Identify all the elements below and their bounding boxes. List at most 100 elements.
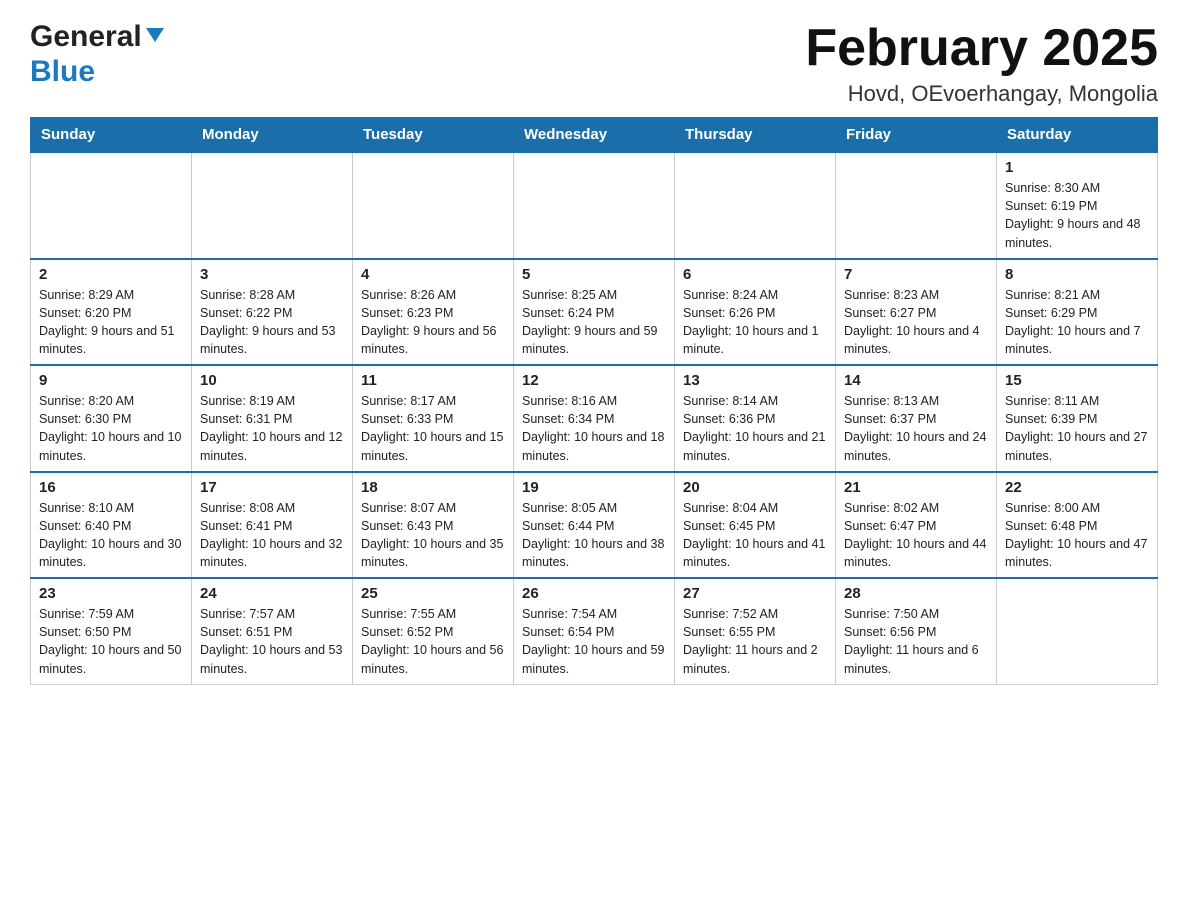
day-info: Sunrise: 8:28 AM Sunset: 6:22 PM Dayligh… — [200, 286, 344, 359]
day-info: Sunrise: 8:13 AM Sunset: 6:37 PM Dayligh… — [844, 392, 988, 465]
day-number: 15 — [1005, 372, 1149, 389]
day-info: Sunrise: 8:05 AM Sunset: 6:44 PM Dayligh… — [522, 499, 666, 572]
day-info: Sunrise: 8:17 AM Sunset: 6:33 PM Dayligh… — [361, 392, 505, 465]
day-number: 10 — [200, 372, 344, 389]
day-number: 13 — [683, 372, 827, 389]
day-number: 11 — [361, 372, 505, 389]
day-info: Sunrise: 8:21 AM Sunset: 6:29 PM Dayligh… — [1005, 286, 1149, 359]
weekday-header-friday: Friday — [836, 118, 997, 153]
day-info: Sunrise: 8:26 AM Sunset: 6:23 PM Dayligh… — [361, 286, 505, 359]
day-info: Sunrise: 8:00 AM Sunset: 6:48 PM Dayligh… — [1005, 499, 1149, 572]
day-number: 28 — [844, 585, 988, 602]
day-number: 18 — [361, 479, 505, 496]
day-number: 8 — [1005, 266, 1149, 283]
calendar-cell: 22 Sunrise: 8:00 AM Sunset: 6:48 PM Dayli… — [997, 472, 1158, 579]
calendar-cell — [675, 152, 836, 259]
month-title: February 2025 — [805, 20, 1158, 77]
day-number: 17 — [200, 479, 344, 496]
day-info: Sunrise: 7:55 AM Sunset: 6:52 PM Dayligh… — [361, 605, 505, 678]
weekday-header-tuesday: Tuesday — [353, 118, 514, 153]
day-info: Sunrise: 7:54 AM Sunset: 6:54 PM Dayligh… — [522, 605, 666, 678]
calendar-cell: 4 Sunrise: 8:26 AM Sunset: 6:23 PM Daylig… — [353, 259, 514, 366]
calendar-cell: 9 Sunrise: 8:20 AM Sunset: 6:30 PM Daylig… — [31, 365, 192, 472]
day-number: 19 — [522, 479, 666, 496]
day-number: 5 — [522, 266, 666, 283]
calendar-cell: 28 Sunrise: 7:50 AM Sunset: 6:56 PM Dayli… — [836, 578, 997, 684]
day-number: 21 — [844, 479, 988, 496]
calendar-cell — [353, 152, 514, 259]
weekday-header-wednesday: Wednesday — [514, 118, 675, 153]
calendar-cell: 15 Sunrise: 8:11 AM Sunset: 6:39 PM Dayli… — [997, 365, 1158, 472]
day-info: Sunrise: 7:50 AM Sunset: 6:56 PM Dayligh… — [844, 605, 988, 678]
day-info: Sunrise: 8:10 AM Sunset: 6:40 PM Dayligh… — [39, 499, 183, 572]
page-header: General Blue February 2025 Hovd, OEvoerh… — [30, 20, 1158, 107]
day-info: Sunrise: 8:29 AM Sunset: 6:20 PM Dayligh… — [39, 286, 183, 359]
calendar-cell: 3 Sunrise: 8:28 AM Sunset: 6:22 PM Daylig… — [192, 259, 353, 366]
calendar-cell: 1Sunrise: 8:30 AM Sunset: 6:19 PM Daylig… — [997, 152, 1158, 259]
day-info: Sunrise: 7:59 AM Sunset: 6:50 PM Dayligh… — [39, 605, 183, 678]
calendar-cell — [31, 152, 192, 259]
calendar-cell: 2Sunrise: 8:29 AM Sunset: 6:20 PM Daylig… — [31, 259, 192, 366]
day-number: 24 — [200, 585, 344, 602]
day-number: 12 — [522, 372, 666, 389]
calendar-cell — [514, 152, 675, 259]
day-number: 4 — [361, 266, 505, 283]
day-number: 1 — [1005, 159, 1149, 176]
calendar-cell — [997, 578, 1158, 684]
calendar-cell: 14 Sunrise: 8:13 AM Sunset: 6:37 PM Dayli… — [836, 365, 997, 472]
calendar-week-row: 16 Sunrise: 8:10 AM Sunset: 6:40 PM Dayli… — [31, 472, 1158, 579]
calendar-cell: 13 Sunrise: 8:14 AM Sunset: 6:36 PM Dayli… — [675, 365, 836, 472]
calendar-table: SundayMondayTuesdayWednesdayThursdayFrid… — [30, 117, 1158, 685]
calendar-cell: 5 Sunrise: 8:25 AM Sunset: 6:24 PM Daylig… — [514, 259, 675, 366]
day-number: 7 — [844, 266, 988, 283]
calendar-week-row: 2Sunrise: 8:29 AM Sunset: 6:20 PM Daylig… — [31, 259, 1158, 366]
day-number: 3 — [200, 266, 344, 283]
weekday-header-thursday: Thursday — [675, 118, 836, 153]
day-info: Sunrise: 8:25 AM Sunset: 6:24 PM Dayligh… — [522, 286, 666, 359]
day-number: 22 — [1005, 479, 1149, 496]
calendar-cell: 16 Sunrise: 8:10 AM Sunset: 6:40 PM Dayli… — [31, 472, 192, 579]
day-info: Sunrise: 8:16 AM Sunset: 6:34 PM Dayligh… — [522, 392, 666, 465]
weekday-header-row: SundayMondayTuesdayWednesdayThursdayFrid… — [31, 118, 1158, 153]
calendar-cell: 8 Sunrise: 8:21 AM Sunset: 6:29 PM Daylig… — [997, 259, 1158, 366]
day-number: 6 — [683, 266, 827, 283]
calendar-cell: 20 Sunrise: 8:04 AM Sunset: 6:45 PM Dayli… — [675, 472, 836, 579]
weekday-header-saturday: Saturday — [997, 118, 1158, 153]
day-number: 27 — [683, 585, 827, 602]
logo-blue-text: Blue — [30, 55, 95, 88]
title-area: February 2025 Hovd, OEvoerhangay, Mongol… — [805, 20, 1158, 107]
day-info: Sunrise: 8:20 AM Sunset: 6:30 PM Dayligh… — [39, 392, 183, 465]
day-info: Sunrise: 8:19 AM Sunset: 6:31 PM Dayligh… — [200, 392, 344, 465]
day-number: 23 — [39, 585, 183, 602]
calendar-cell: 23 Sunrise: 7:59 AM Sunset: 6:50 PM Dayli… — [31, 578, 192, 684]
day-number: 16 — [39, 479, 183, 496]
calendar-cell — [836, 152, 997, 259]
calendar-cell: 21 Sunrise: 8:02 AM Sunset: 6:47 PM Dayli… — [836, 472, 997, 579]
calendar-cell: 25 Sunrise: 7:55 AM Sunset: 6:52 PM Dayli… — [353, 578, 514, 684]
calendar-cell: 12 Sunrise: 8:16 AM Sunset: 6:34 PM Dayli… — [514, 365, 675, 472]
calendar-cell: 26Sunrise: 7:54 AM Sunset: 6:54 PM Dayli… — [514, 578, 675, 684]
weekday-header-monday: Monday — [192, 118, 353, 153]
location-subtitle: Hovd, OEvoerhangay, Mongolia — [805, 81, 1158, 107]
day-info: Sunrise: 8:24 AM Sunset: 6:26 PM Dayligh… — [683, 286, 827, 359]
calendar-cell: 10 Sunrise: 8:19 AM Sunset: 6:31 PM Dayli… — [192, 365, 353, 472]
calendar-cell: 27 Sunrise: 7:52 AM Sunset: 6:55 PM Dayli… — [675, 578, 836, 684]
day-info: Sunrise: 8:14 AM Sunset: 6:36 PM Dayligh… — [683, 392, 827, 465]
day-info: Sunrise: 7:52 AM Sunset: 6:55 PM Dayligh… — [683, 605, 827, 678]
day-info: Sunrise: 8:08 AM Sunset: 6:41 PM Dayligh… — [200, 499, 344, 572]
day-info: Sunrise: 7:57 AM Sunset: 6:51 PM Dayligh… — [200, 605, 344, 678]
day-number: 20 — [683, 479, 827, 496]
weekday-header-sunday: Sunday — [31, 118, 192, 153]
day-info: Sunrise: 8:04 AM Sunset: 6:45 PM Dayligh… — [683, 499, 827, 572]
day-number: 14 — [844, 372, 988, 389]
day-info: Sunrise: 8:02 AM Sunset: 6:47 PM Dayligh… — [844, 499, 988, 572]
calendar-cell: 24 Sunrise: 7:57 AM Sunset: 6:51 PM Dayli… — [192, 578, 353, 684]
calendar-cell: 11 Sunrise: 8:17 AM Sunset: 6:33 PM Dayli… — [353, 365, 514, 472]
calendar-cell: 7 Sunrise: 8:23 AM Sunset: 6:27 PM Daylig… — [836, 259, 997, 366]
day-number: 25 — [361, 585, 505, 602]
day-info: Sunrise: 8:11 AM Sunset: 6:39 PM Dayligh… — [1005, 392, 1149, 465]
logo-general-text: General — [30, 20, 142, 55]
calendar-week-row: 1Sunrise: 8:30 AM Sunset: 6:19 PM Daylig… — [31, 152, 1158, 259]
day-number: 9 — [39, 372, 183, 389]
day-info: Sunrise: 8:23 AM Sunset: 6:27 PM Dayligh… — [844, 286, 988, 359]
